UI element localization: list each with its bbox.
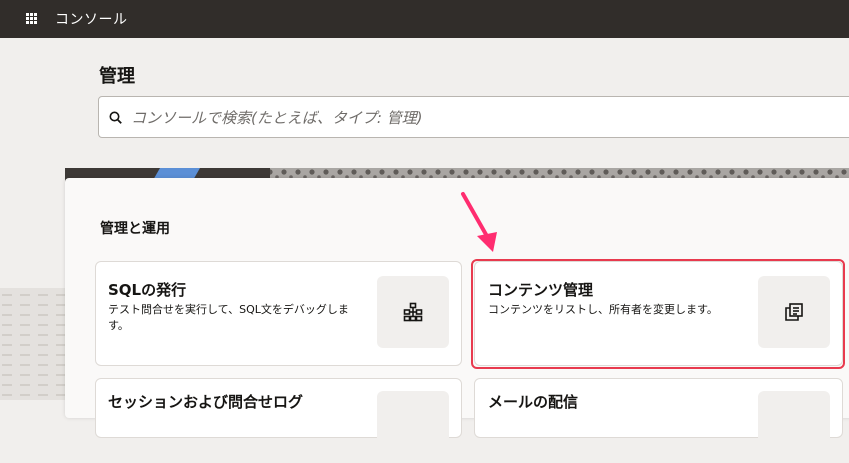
card-icon-box	[758, 391, 830, 463]
card-icon-box	[377, 276, 449, 348]
card-title: コンテンツ管理	[488, 281, 594, 299]
copy-content-icon	[785, 303, 803, 321]
card-description: テスト問合せを実行して、SQL文をデバッグします。	[108, 303, 349, 332]
card-description: コンテンツをリストし、所有者を変更します。	[488, 303, 718, 316]
card-title: セッションおよび問合せログ	[108, 393, 304, 411]
search-icon	[109, 111, 122, 124]
card-session-query-log[interactable]: セッションおよび問合せログ	[95, 378, 462, 463]
app-title[interactable]: コンソール	[55, 9, 128, 29]
card-title: メールの配信	[488, 393, 579, 411]
card-title: SQLの発行	[108, 281, 187, 299]
search-input[interactable]	[129, 97, 833, 139]
card-icon-box	[758, 276, 830, 348]
card-manage-content[interactable]: コンテンツ管理 コンテンツをリストし、所有者を変更します。	[474, 261, 843, 366]
top-bar: コンソール	[0, 0, 849, 38]
pointer-arrow-icon	[461, 192, 497, 252]
section-title: 管理と運用	[100, 221, 170, 237]
page-title: 管理	[99, 66, 135, 87]
grid-menu-icon[interactable]	[26, 13, 37, 24]
card-deliver-mail[interactable]: メールの配信	[474, 378, 843, 463]
search-box[interactable]	[98, 96, 849, 139]
card-icon-box	[377, 391, 449, 463]
hierarchy-icon	[403, 302, 423, 322]
card-issue-sql[interactable]: SQLの発行 テスト問合せを実行して、SQL文をデバッグします。	[95, 261, 462, 366]
